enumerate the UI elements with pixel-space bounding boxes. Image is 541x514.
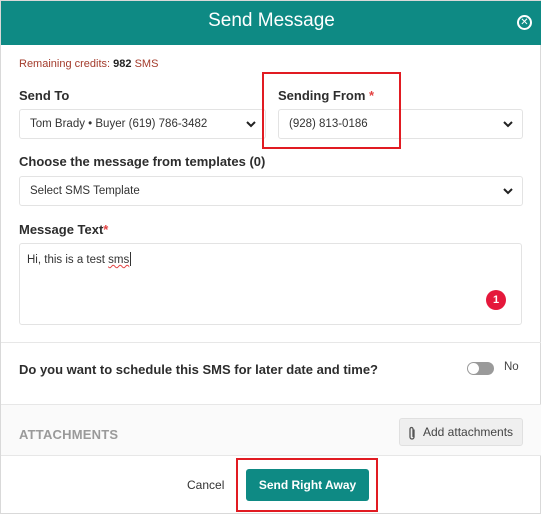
send-message-dialog: Send Message ✕ Remaining credits: 982 SM… bbox=[0, 0, 541, 514]
dialog-title: Send Message bbox=[208, 10, 335, 31]
text-caret bbox=[130, 252, 132, 266]
schedule-question: Do you want to schedule this SMS for lat… bbox=[19, 362, 378, 377]
dialog-header: Send Message ✕ bbox=[1, 1, 541, 45]
credits-unit: SMS bbox=[134, 58, 159, 70]
sms-template-select[interactable]: Select SMS Template bbox=[19, 176, 523, 206]
sending-from-highlight bbox=[262, 72, 401, 149]
chevron-down-icon bbox=[244, 117, 258, 131]
credits-count: 982 bbox=[113, 58, 132, 70]
grammar-count-badge[interactable]: 1 bbox=[486, 290, 506, 310]
toggle-knob bbox=[468, 363, 479, 374]
close-icon[interactable]: ✕ bbox=[517, 15, 532, 30]
templates-label: Choose the message from templates (0) bbox=[19, 154, 266, 169]
credits-label: Remaining credits: bbox=[19, 58, 111, 70]
message-textarea[interactable]: Hi, this is a test sms bbox=[19, 243, 522, 325]
send-button-highlight bbox=[236, 458, 378, 512]
message-text: Hi, this is a test bbox=[27, 254, 109, 266]
add-attachments-label: Add attachments bbox=[423, 425, 514, 439]
footer-divider bbox=[1, 455, 541, 456]
chevron-down-icon bbox=[501, 184, 515, 198]
schedule-toggle[interactable] bbox=[467, 362, 494, 375]
send-to-label: Send To bbox=[19, 88, 70, 103]
attachments-title: ATTACHMENTS bbox=[19, 427, 119, 442]
paperclip-icon bbox=[407, 425, 417, 451]
remaining-credits: Remaining credits: 982 SMS bbox=[19, 58, 158, 70]
add-attachments-button[interactable]: Add attachments bbox=[399, 418, 523, 446]
sms-template-value: Select SMS Template bbox=[30, 185, 140, 197]
schedule-toggle-label: No bbox=[504, 361, 519, 373]
chevron-down-icon bbox=[501, 117, 515, 131]
misspelled-word: sms bbox=[108, 254, 130, 266]
send-to-value: Tom Brady • Buyer (619) 786-3482 bbox=[30, 118, 208, 130]
section-divider bbox=[1, 342, 541, 343]
message-text-label: Message Text* bbox=[19, 222, 109, 237]
send-to-select[interactable]: Tom Brady • Buyer (619) 786-3482 bbox=[19, 109, 266, 139]
cancel-button[interactable]: Cancel bbox=[187, 478, 224, 492]
